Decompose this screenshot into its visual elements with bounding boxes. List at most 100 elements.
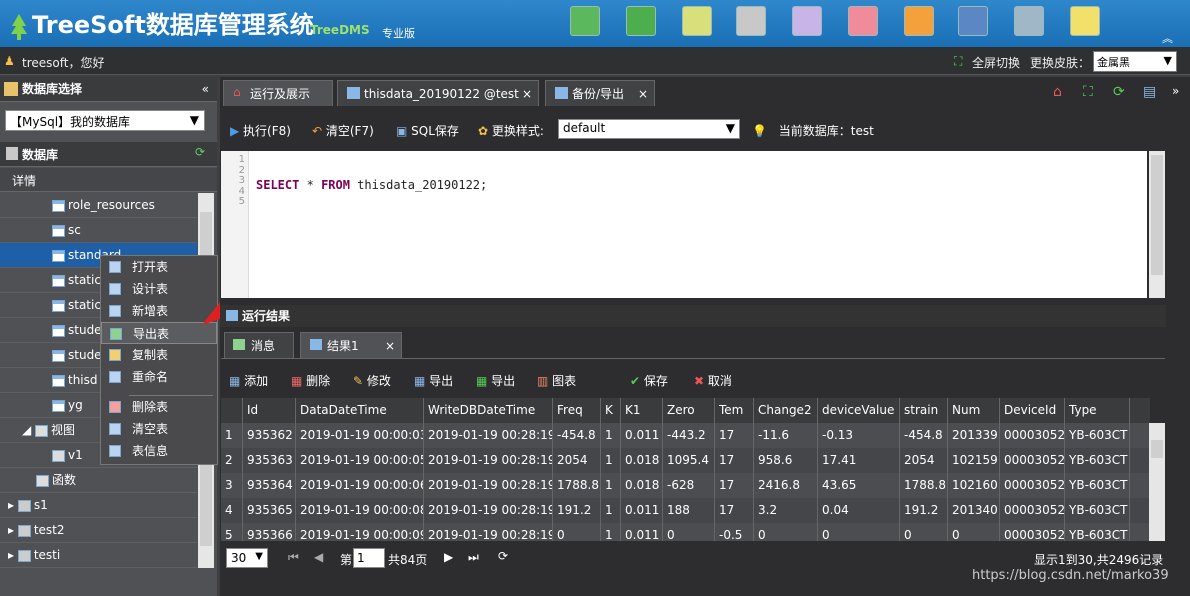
editor-scroll-thumb[interactable] bbox=[1151, 155, 1163, 275]
table-row[interactable]: 4 935365 2019-01-19 00:00:08 2019-01-19 … bbox=[221, 498, 1150, 523]
collapse-header-icon[interactable]: ︽ bbox=[1162, 30, 1173, 46]
window-icon[interactable]: ▤ bbox=[1143, 84, 1156, 100]
column-header[interactable]: Id bbox=[243, 398, 296, 423]
last-page-icon[interactable]: ⏭ bbox=[468, 550, 479, 565]
tree-logo-icon bbox=[8, 12, 30, 40]
column-header[interactable]: Freq bbox=[553, 398, 601, 423]
tree-item[interactable]: role_resources bbox=[0, 193, 197, 218]
add-row-button[interactable]: ▦ 添加 bbox=[229, 372, 268, 389]
tree-db[interactable]: ▸ test2 bbox=[0, 518, 197, 543]
column-header[interactable]: Zero bbox=[663, 398, 715, 423]
export-excel-button[interactable]: ▦ 导出 bbox=[476, 372, 515, 389]
copy-icon bbox=[109, 349, 121, 361]
chart-icon[interactable] bbox=[682, 6, 712, 36]
chevron-down-icon: ▼ bbox=[189, 113, 199, 127]
refresh-icon[interactable]: ⟳ bbox=[1113, 84, 1125, 100]
database-icon[interactable] bbox=[736, 6, 766, 36]
app-edition: 专业版 bbox=[382, 27, 415, 40]
save-button[interactable]: ✔ 保存 bbox=[630, 372, 668, 389]
column-header[interactable]: DeviceId bbox=[1000, 398, 1065, 423]
page-number-input[interactable]: 1 bbox=[353, 548, 385, 568]
column-header[interactable]: K bbox=[601, 398, 621, 423]
execute-button[interactable]: ▶ 执行(F8) bbox=[230, 122, 291, 139]
prev-page-icon[interactable]: ◀ bbox=[314, 550, 323, 564]
export-button[interactable]: ▦ 导出 bbox=[414, 372, 453, 389]
expand-right-icon[interactable]: ▸ bbox=[8, 523, 18, 537]
clear-button[interactable]: ↶ 清空(F7) bbox=[312, 122, 374, 139]
sql-editor[interactable] bbox=[221, 151, 1147, 298]
user-small-icon: ♟ bbox=[4, 54, 15, 68]
close-icon[interactable]: × bbox=[385, 333, 395, 359]
style-select[interactable]: default ▼ bbox=[558, 119, 740, 139]
tree-db[interactable]: ▸ testi bbox=[0, 543, 197, 568]
table-row[interactable]: 1 935362 2019-01-19 00:00:03 2019-01-19 … bbox=[221, 423, 1150, 448]
tab-thisdata[interactable]: thisdata_20190122 @test × bbox=[337, 80, 539, 106]
column-header[interactable]: strain bbox=[900, 398, 948, 423]
table-icon bbox=[555, 87, 568, 99]
column-header[interactable]: Type bbox=[1065, 398, 1130, 423]
export-icon bbox=[110, 328, 122, 340]
column-header[interactable]: WriteDBDateTime bbox=[424, 398, 553, 423]
user-icon[interactable] bbox=[958, 6, 988, 36]
table-icon bbox=[52, 274, 65, 287]
sql-text[interactable]: SELECT * FROM thisdata_20190122; bbox=[256, 178, 487, 192]
expand-down-icon[interactable]: ◢ bbox=[22, 423, 35, 437]
menu-truncate-table[interactable]: 清空表 bbox=[101, 418, 217, 440]
tools-icon[interactable] bbox=[1014, 6, 1044, 36]
open-icon bbox=[109, 261, 121, 273]
app-subtitle: TreeDMS bbox=[310, 23, 370, 37]
fullscreen-button[interactable]: 全屏切换 bbox=[972, 54, 1020, 71]
grid-icon bbox=[226, 310, 238, 321]
edit-row-button[interactable]: ✎ 修改 bbox=[353, 372, 391, 389]
db-select[interactable]: 【MySql】我的数据库 ▼ bbox=[5, 110, 205, 131]
grid-scroll-thumb[interactable] bbox=[1151, 440, 1163, 458]
menu-table-info[interactable]: 表信息 bbox=[101, 440, 217, 462]
menu-copy-table[interactable]: 复制表 bbox=[101, 344, 217, 366]
sql-save-button[interactable]: ▣ SQL保存 bbox=[396, 122, 459, 139]
log-icon[interactable] bbox=[848, 6, 878, 36]
column-header[interactable]: DataDateTime bbox=[296, 398, 424, 423]
close-icon[interactable]: × bbox=[522, 81, 532, 107]
table-row[interactable]: 3 935364 2019-01-19 00:00:06 2019-01-19 … bbox=[221, 473, 1150, 498]
column-header[interactable]: K1 bbox=[621, 398, 663, 423]
view-icon bbox=[52, 449, 65, 462]
collapse-left-icon[interactable]: « bbox=[202, 77, 209, 102]
first-page-icon[interactable]: ⏮ bbox=[288, 550, 299, 565]
fullscreen-icon[interactable]: ⛶ bbox=[954, 54, 962, 69]
column-header[interactable]: Change2 bbox=[754, 398, 818, 423]
column-header[interactable]: deviceValue bbox=[818, 398, 900, 423]
edit-icon: ✎ bbox=[353, 374, 367, 388]
expand-right-icon[interactable]: ▸ bbox=[8, 548, 18, 562]
function-icon bbox=[36, 474, 49, 487]
db-select-header: 数据库选择 « bbox=[0, 77, 217, 102]
tree-folder-functions[interactable]: 函数 bbox=[0, 468, 197, 493]
heart-icon[interactable] bbox=[904, 6, 934, 36]
fullscreen-icon[interactable]: ⛶ bbox=[1083, 84, 1093, 100]
close-icon[interactable]: × bbox=[638, 81, 648, 107]
runner-icon[interactable] bbox=[1070, 6, 1100, 36]
skin-label: 更换皮肤： bbox=[1030, 56, 1091, 70]
tree-db[interactable]: ▸ s1 bbox=[0, 493, 197, 518]
column-header[interactable]: Tem bbox=[715, 398, 754, 423]
cancel-button[interactable]: ✖ 取消 bbox=[694, 372, 732, 389]
chart-button[interactable]: ▥ 图表 bbox=[537, 372, 576, 389]
next-page-icon[interactable]: ▶ bbox=[444, 550, 453, 564]
table-icon bbox=[52, 299, 65, 312]
sync-arrows-icon[interactable] bbox=[626, 6, 656, 36]
table-row[interactable]: 2 935363 2019-01-19 00:00:05 2019-01-19 … bbox=[221, 448, 1150, 473]
refresh-icon[interactable]: ⟳ bbox=[195, 145, 205, 159]
tree-item[interactable]: sc bbox=[0, 218, 197, 243]
page-size-select[interactable]: 30 ▼ bbox=[226, 548, 268, 568]
home-icon[interactable]: ⌂ bbox=[1053, 84, 1062, 100]
column-header[interactable]: Num bbox=[948, 398, 1000, 423]
menu-rename[interactable]: 重命名 bbox=[101, 366, 217, 388]
collapse-right-icon[interactable]: » bbox=[1172, 84, 1179, 98]
delete-row-button[interactable]: ▦ 删除 bbox=[291, 372, 330, 389]
skin-select[interactable]: 金属黑 ▼ bbox=[1093, 51, 1177, 72]
j-icon[interactable] bbox=[792, 6, 822, 36]
expand-right-icon[interactable]: ▸ bbox=[8, 498, 18, 512]
clock-icon[interactable] bbox=[570, 6, 600, 36]
refresh-icon[interactable]: ⟳ bbox=[498, 549, 508, 563]
table-row[interactable]: 5 935366 2019-01-19 00:00:09 2019-01-19 … bbox=[221, 523, 1150, 541]
menu-delete-table[interactable]: 删除表 bbox=[101, 396, 217, 418]
